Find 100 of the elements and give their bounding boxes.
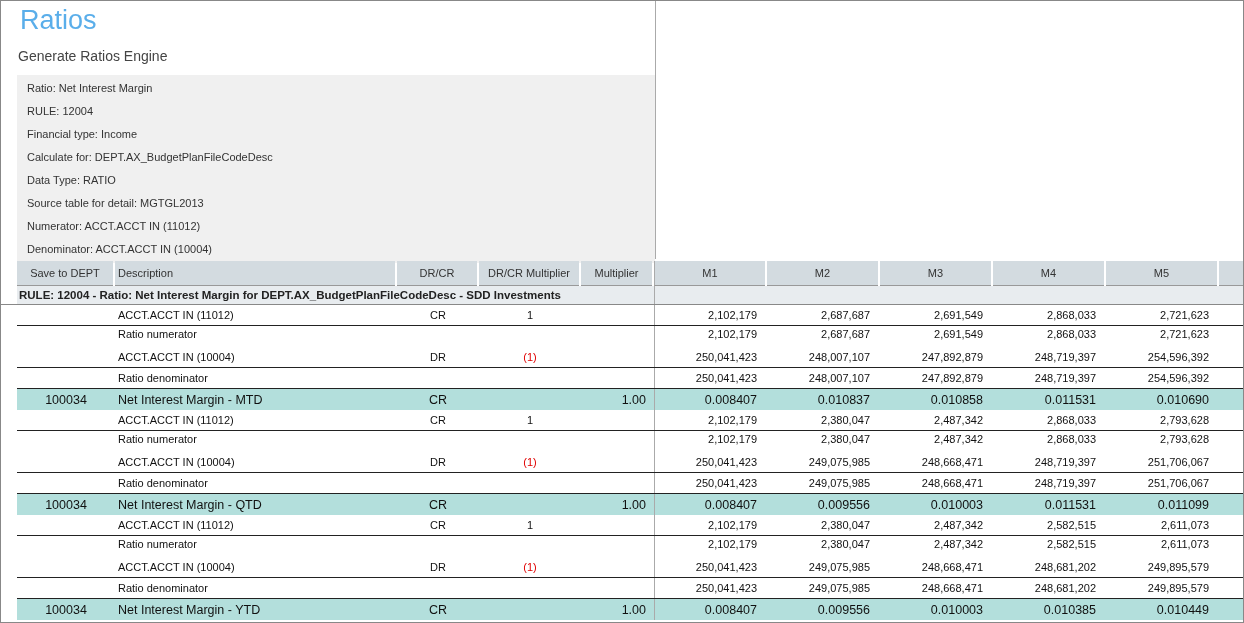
column-header[interactable]: M3: [880, 261, 991, 286]
table-cell: 1: [526, 519, 534, 531]
table-cell: 248,668,471: [921, 561, 983, 573]
table-cell: 0.009556: [817, 602, 870, 617]
table-cell: 2,687,687: [821, 309, 870, 321]
page-title: Ratios: [19, 4, 98, 37]
column-header[interactable]: Save to DEPT: [17, 261, 113, 286]
table-cell: CR: [428, 497, 448, 512]
table-cell: 2,380,047: [821, 538, 870, 550]
table-cell: CR: [430, 519, 446, 531]
table-cell: 0.010690: [1156, 392, 1209, 407]
column-header[interactable]: DR/CR: [397, 261, 477, 286]
table-cell: 2,487,342: [934, 519, 983, 531]
table-cell: 2,102,179: [708, 519, 757, 531]
table-cell: 2,582,515: [1047, 538, 1096, 550]
table-cell: 0.010449: [1156, 602, 1209, 617]
column-header[interactable]: M5: [1106, 261, 1217, 286]
info-line: Numerator: ACCT.ACCT IN (11012): [27, 219, 202, 234]
table-cell: CR: [428, 392, 448, 407]
table-cell: (1): [523, 561, 537, 573]
table-cell: 2,487,342: [934, 433, 983, 445]
rule-heading: RULE: 12004 - Ratio: Net Interest Margin for DEPT.AX_BudgetPlanFileCodeDesc - SDD Investments: [18, 289, 561, 301]
column-header[interactable]: M2: [767, 261, 878, 286]
table-cell: 2,691,549: [934, 309, 983, 321]
info-line: Financial type: Income: [27, 127, 139, 142]
table-cell: 0.011099: [1157, 497, 1209, 512]
table-cell: 2,721,623: [1160, 328, 1209, 340]
table-cell: 254,596,392: [1147, 372, 1209, 384]
table-cell: Net Interest Margin - MTD: [118, 392, 263, 407]
table-cell: 0.010385: [1043, 602, 1096, 617]
column-header[interactable]: DR/CR Multiplier: [479, 261, 579, 286]
table-cell: 1: [526, 414, 534, 426]
table-cell: ACCT.ACCT IN (10004): [118, 456, 235, 468]
table-cell: 100034: [45, 497, 87, 512]
page-subtitle: Generate Ratios Engine: [17, 47, 169, 66]
table-cell: 249,075,985: [808, 582, 870, 594]
table-cell: 0.008407: [704, 602, 757, 617]
table-cell: 0.010003: [930, 497, 983, 512]
table-cell: 2,380,047: [821, 414, 870, 426]
column-header[interactable]: M1: [654, 261, 765, 286]
table-cell: 1.00: [621, 602, 646, 617]
table-cell: Ratio denominator: [118, 477, 208, 489]
table-cell: ACCT.ACCT IN (11012): [118, 519, 234, 531]
table-cell: (1): [523, 456, 537, 468]
table-cell: 100034: [45, 392, 87, 407]
table-cell: CR: [430, 309, 446, 321]
table-cell: 250,041,423: [695, 561, 757, 573]
table-cell: 2,380,047: [821, 519, 870, 531]
table-cell: 2,380,047: [821, 433, 870, 445]
table-cell: 0.010003: [930, 602, 983, 617]
table-cell: 2,102,179: [708, 538, 757, 550]
table-cell: 254,596,392: [1147, 351, 1209, 363]
table-cell: 2,582,515: [1047, 519, 1096, 531]
table-cell: ACCT.ACCT IN (11012): [118, 309, 234, 321]
table-cell: Ratio denominator: [118, 582, 208, 594]
column-header[interactable]: Multiplier: [581, 261, 652, 286]
info-line: Data Type: RATIO: [27, 173, 117, 188]
table-cell: 2,487,342: [934, 538, 983, 550]
table-cell: 2,868,033: [1047, 309, 1096, 321]
table-cell: 1.00: [621, 497, 646, 512]
table-cell: 0.010837: [817, 392, 870, 407]
column-header[interactable]: M4: [993, 261, 1104, 286]
table-cell: 248,719,397: [1034, 372, 1096, 384]
table-cell: 247,892,879: [921, 351, 983, 363]
table-cell: 2,611,073: [1160, 519, 1209, 531]
table-cell: 249,075,985: [808, 477, 870, 489]
table-cell: 248,007,107: [808, 372, 870, 384]
table-cell: 248,681,202: [1034, 561, 1096, 573]
column-header[interactable]: Description: [115, 261, 395, 286]
table-cell: 2,793,628: [1160, 414, 1209, 426]
table-cell: Ratio numerator: [118, 538, 197, 550]
info-line: Calculate for: DEPT.AX_BudgetPlanFileCodeDesc: [27, 150, 274, 165]
table-cell: 251,706,067: [1147, 477, 1209, 489]
table-cell: 100034: [45, 602, 87, 617]
table-cell: 2,868,033: [1047, 328, 1096, 340]
table-cell: 2,611,073: [1160, 538, 1209, 550]
table-cell: 250,041,423: [695, 477, 757, 489]
table-cell: 2,102,179: [708, 309, 757, 321]
table-cell: 247,892,879: [921, 372, 983, 384]
table-cell: Net Interest Margin - QTD: [118, 497, 262, 512]
table-cell: 248,719,397: [1034, 456, 1096, 468]
table-cell: 250,041,423: [695, 351, 757, 363]
table-cell: ACCT.ACCT IN (11012): [118, 414, 234, 426]
info-line: Denominator: ACCT.ACCT IN (10004): [27, 242, 214, 257]
table-cell: 249,075,985: [808, 456, 870, 468]
column-header[interactable]: [1219, 261, 1243, 286]
table-cell: Ratio numerator: [118, 328, 197, 340]
table-cell: DR: [430, 351, 446, 363]
table-cell: 249,895,579: [1147, 582, 1209, 594]
table-cell: 248,719,397: [1034, 477, 1096, 489]
table-cell: 2,102,179: [708, 414, 757, 426]
table-cell: 0.008407: [704, 497, 757, 512]
table-cell: 248,668,471: [921, 582, 983, 594]
table-cell: 0.011531: [1044, 392, 1096, 407]
table-cell: 0.010858: [930, 392, 983, 407]
table-cell: DR: [430, 561, 446, 573]
table-cell: 250,041,423: [695, 582, 757, 594]
info-line: Source table for detail: MGTGL2013: [27, 196, 205, 211]
table-cell: (1): [523, 351, 537, 363]
table-cell: 248,719,397: [1034, 351, 1096, 363]
